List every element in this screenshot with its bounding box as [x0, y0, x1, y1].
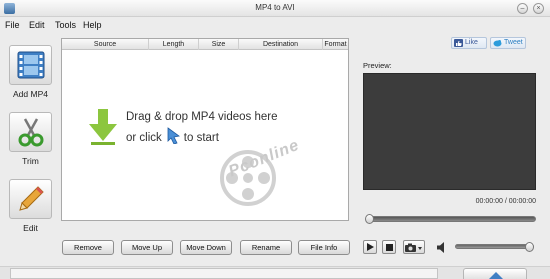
- add-mp4-button[interactable]: Add MP4: [9, 45, 52, 99]
- thumbs-up-icon: [454, 39, 463, 47]
- pencil-icon: [18, 186, 44, 211]
- convert-button[interactable]: [463, 268, 527, 279]
- click-icon[interactable]: [165, 127, 181, 151]
- film-icon: [17, 51, 44, 79]
- edit-label: Edit: [23, 223, 38, 233]
- trim-button[interactable]: Trim: [9, 112, 52, 166]
- volume-handle[interactable]: [525, 242, 534, 252]
- down-arrow-icon: [89, 109, 117, 145]
- stop-button[interactable]: [382, 240, 396, 254]
- play-button[interactable]: [363, 240, 377, 254]
- seek-bar[interactable]: [365, 214, 536, 224]
- column-length[interactable]: Length: [148, 39, 198, 50]
- scissors-icon: [18, 118, 43, 147]
- tweet-button[interactable]: Tweet: [490, 37, 526, 49]
- remove-button[interactable]: Remove: [62, 240, 114, 255]
- column-format[interactable]: Format: [322, 39, 348, 50]
- menu-bar: File Edit Tools Help: [0, 18, 550, 32]
- file-list[interactable]: Source Length Size Destination Format Dr…: [61, 38, 349, 221]
- play-icon: [367, 243, 374, 251]
- drop-hint-pre: or click: [126, 132, 162, 144]
- menu-tools[interactable]: Tools: [55, 20, 76, 30]
- preview-screen: [363, 73, 536, 190]
- menu-help[interactable]: Help: [83, 20, 102, 30]
- edit-tile[interactable]: [9, 179, 52, 219]
- move-down-button[interactable]: Move Down: [180, 240, 232, 255]
- preview-label: Preview:: [363, 61, 392, 70]
- drop-hint-line1: Drag & drop MP4 videos here: [126, 111, 278, 123]
- twitter-bird-icon: [493, 40, 502, 47]
- camera-icon: [405, 243, 422, 252]
- column-source[interactable]: Source: [62, 39, 148, 50]
- trim-tile[interactable]: [9, 112, 52, 152]
- minimize-icon[interactable]: –: [517, 3, 528, 14]
- column-destination[interactable]: Destination: [238, 39, 322, 50]
- output-settings-panel: [10, 268, 438, 279]
- edit-button[interactable]: Edit: [9, 179, 52, 233]
- seek-handle[interactable]: [365, 214, 374, 224]
- move-up-button[interactable]: Move Up: [121, 240, 173, 255]
- drop-hint: Drag & drop MP4 videos here or click to s…: [126, 108, 278, 151]
- menu-file[interactable]: File: [5, 20, 20, 30]
- stop-icon: [385, 243, 393, 251]
- drop-hint-post: to start: [183, 132, 219, 144]
- file-info-button[interactable]: File Info: [298, 240, 350, 255]
- facebook-like-button[interactable]: Like: [451, 37, 487, 49]
- title-bar: MP4 to AVI – ×: [0, 0, 550, 17]
- close-icon[interactable]: ×: [533, 3, 544, 14]
- snapshot-button[interactable]: [403, 240, 425, 254]
- time-readout: 00:00:00 / 00:00:00: [475, 198, 536, 205]
- add-mp4-tile[interactable]: [9, 45, 52, 85]
- window-title: MP4 to AVI: [255, 3, 295, 12]
- column-size[interactable]: Size: [198, 39, 238, 50]
- add-mp4-label: Add MP4: [13, 89, 48, 99]
- trim-label: Trim: [22, 156, 39, 166]
- rename-button[interactable]: Rename: [240, 240, 292, 255]
- convert-arrow-icon: [489, 272, 503, 279]
- like-label: Like: [465, 39, 478, 46]
- file-list-header: Source Length Size Destination Format: [62, 39, 348, 50]
- drop-area[interactable]: Drag & drop MP4 videos here or click to s…: [62, 50, 348, 220]
- volume-slider[interactable]: [455, 242, 534, 252]
- menu-edit[interactable]: Edit: [29, 20, 45, 30]
- speaker-icon[interactable]: [437, 242, 449, 253]
- tweet-label: Tweet: [504, 39, 523, 46]
